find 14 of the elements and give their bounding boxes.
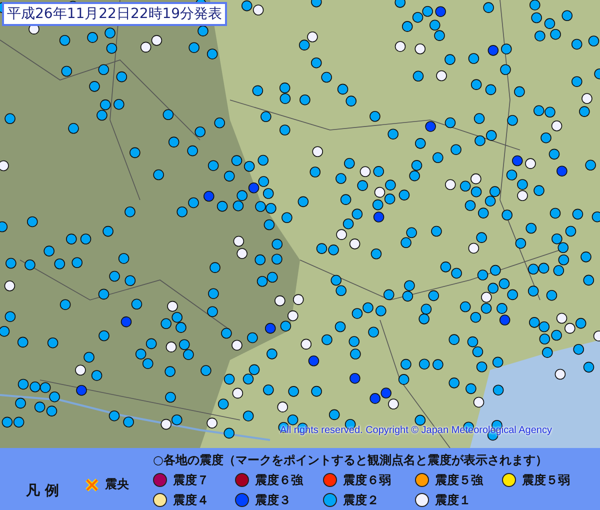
intensity-label: 震度５強 — [435, 472, 483, 488]
intensity-label: 震度５弱 — [522, 472, 570, 488]
intensity-label: 震度２ — [343, 492, 379, 508]
legend-title: 凡 例 — [24, 482, 60, 500]
intensity-label: 震度６弱 — [343, 472, 391, 488]
cross-icon — [85, 478, 99, 492]
issued-time: 平成26年11月22日22時19分発表 — [2, 2, 228, 26]
epicenter-label: 震央 — [105, 476, 129, 493]
intensity-label: 震度６強 — [255, 472, 303, 488]
intensity-label: 震度３ — [255, 492, 291, 508]
intensity-label: 震度１ — [435, 492, 471, 508]
intensity-label: 震度７ — [173, 472, 209, 488]
intensity-label: 震度４ — [173, 492, 209, 508]
legend-heading: ○各地の震度（マークをポイントすると観測点名と震度が表示されます） — [153, 452, 548, 468]
